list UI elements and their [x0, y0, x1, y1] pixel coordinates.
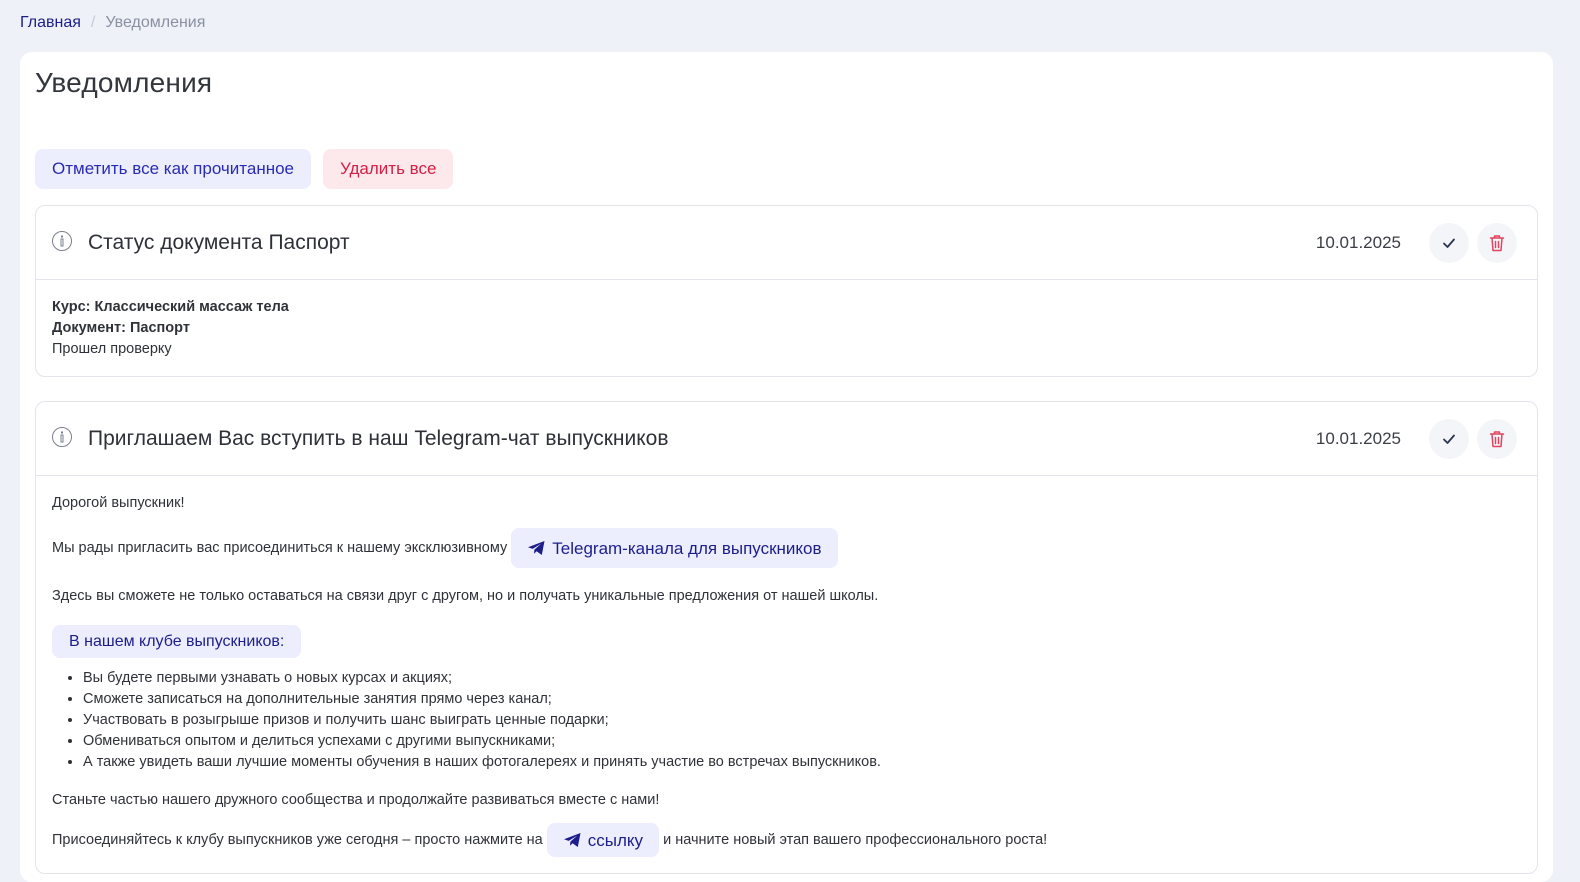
- greeting-text: Дорогой выпускник!: [52, 495, 185, 511]
- check-icon: [1443, 238, 1455, 248]
- list-item: Сможете записаться на дополнительные зан…: [83, 689, 1521, 710]
- delete-notification-button[interactable]: [1477, 222, 1517, 263]
- join-text-after: и начните новый этап вашего профессионал…: [663, 831, 1048, 848]
- page-title: Уведомления: [35, 67, 213, 98]
- join-paragraph: Присоединяйтесь к клубу выпускников уже …: [52, 823, 1521, 857]
- breadcrumb-separator: /: [90, 14, 96, 31]
- list-item: А также увидеть ваши лучшие моменты обуч…: [83, 752, 1521, 773]
- community-text: Станьте частью нашего дружного сообществ…: [52, 792, 660, 808]
- trash-icon: [1489, 234, 1505, 251]
- invite-text: Мы рады пригласить вас присоединиться к …: [52, 539, 508, 556]
- notification-title: Статус документа Паспорт: [88, 230, 350, 254]
- club-label: В нашем клубе выпускников:: [52, 625, 302, 658]
- join-club-link-label: ссылку: [587, 830, 644, 850]
- mark-read-button[interactable]: [1429, 222, 1469, 263]
- info-icon: [52, 231, 72, 251]
- info-icon: [52, 427, 72, 447]
- list-item: Вы будете первыми узнавать о новых курса…: [83, 668, 1521, 689]
- course-line: Курс: Классический массаж тела: [52, 299, 289, 315]
- bulk-actions: Отметить все как прочитанное Удалить все: [35, 149, 1538, 189]
- delete-notification-button[interactable]: [1477, 418, 1517, 459]
- notification-date: 10.01.2025: [1315, 232, 1401, 252]
- telegram-icon: [528, 541, 545, 555]
- telegram-channel-link-label: Telegram-канала для выпускников: [552, 538, 822, 558]
- notification-body: Курс: Классический массаж тела Документ:…: [36, 280, 1537, 376]
- join-club-link[interactable]: ссылку: [546, 823, 660, 857]
- delete-all-button[interactable]: Удалить все: [323, 149, 454, 189]
- telegram-icon: [563, 833, 581, 847]
- benefits-list: Вы будете первыми узнавать о новых курса…: [52, 668, 1521, 773]
- document-line: Документ: Паспорт: [52, 320, 190, 336]
- notification-header: Приглашаем Вас вступить в наш Telegram-ч…: [36, 402, 1537, 476]
- notification-header: Статус документа Паспорт 10.01.2025: [36, 206, 1537, 280]
- join-text-before: Присоединяйтесь к клубу выпускников уже …: [52, 831, 543, 848]
- check-icon: [1443, 434, 1455, 444]
- trash-icon: [1489, 430, 1505, 447]
- mark-read-button[interactable]: [1429, 418, 1469, 459]
- mark-all-read-button[interactable]: Отметить все как прочитанное: [35, 149, 312, 189]
- status-line: Прошел проверку: [52, 341, 172, 357]
- breadcrumb: Главная / Уведомления: [20, 14, 205, 32]
- notification-title: Приглашаем Вас вступить в наш Telegram-ч…: [88, 426, 669, 450]
- breadcrumb-home-link[interactable]: Главная: [20, 14, 81, 32]
- notifications-card: Уведомления Отметить все как прочитанное…: [20, 52, 1553, 882]
- list-item: Обмениваться опытом и делиться успехами …: [83, 731, 1521, 752]
- breadcrumb-current: Уведомления: [105, 14, 206, 31]
- list-item: Участвовать в розыгрыше призов и получит…: [83, 710, 1521, 731]
- benefit-intro-text: Здесь вы сможете не только оставаться на…: [52, 588, 879, 604]
- notification-date: 10.01.2025: [1315, 428, 1401, 448]
- notification-body: Дорогой выпускник! Мы рады пригласить ва…: [36, 476, 1537, 873]
- invite-paragraph: Мы рады пригласить вас присоединиться к …: [52, 528, 1521, 568]
- notification-item: Статус документа Паспорт 10.01.2025 Курс…: [35, 205, 1538, 377]
- notification-item: Приглашаем Вас вступить в наш Telegram-ч…: [35, 401, 1538, 874]
- telegram-channel-link[interactable]: Telegram-канала для выпускников: [511, 528, 838, 568]
